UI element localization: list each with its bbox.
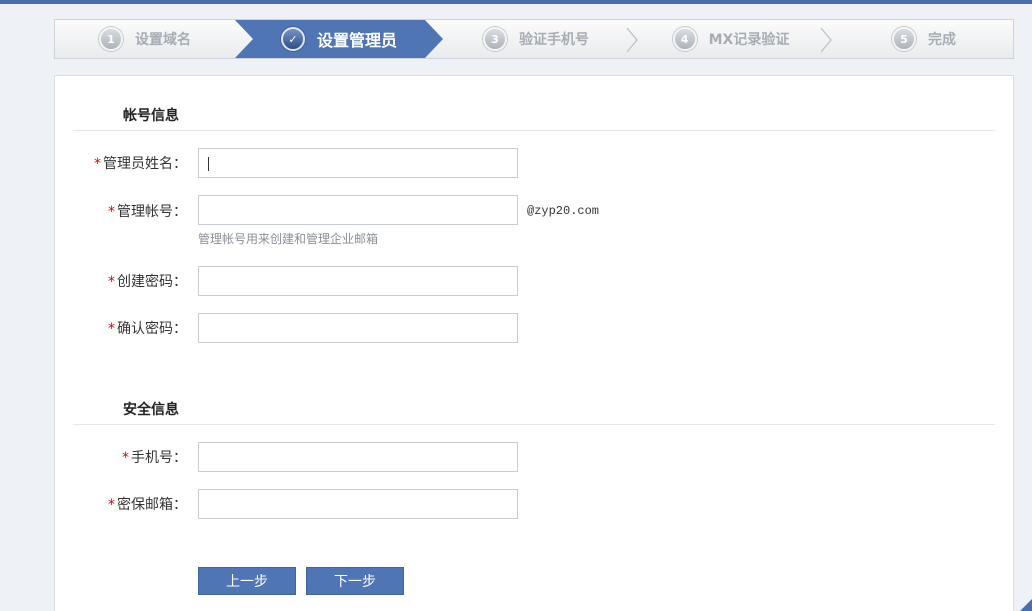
- domain-suffix: @zyp20.com: [527, 204, 600, 218]
- required-asterisk: *: [108, 321, 115, 337]
- step-label: 完成: [928, 32, 956, 48]
- check-icon: ✓: [280, 27, 305, 51]
- password-label: * 创建密码：: [108, 274, 187, 290]
- step-complete: 5 完成: [835, 20, 1013, 58]
- backup-email-input[interactable]: [198, 489, 518, 519]
- confirm-password-input[interactable]: [198, 313, 518, 343]
- phone-label: * 手机号：: [122, 450, 187, 466]
- step-mx-verify: 4 MX记录验证: [641, 20, 821, 58]
- form-panel: 帐号信息 * 管理员姓名： * 管理帐号： @zyp20.com 管理帐号用来创建和…: [54, 75, 1014, 611]
- text-cursor: [208, 157, 209, 171]
- admin-account-hint: 管理帐号用来创建和管理企业邮箱: [198, 232, 379, 246]
- chevron-right-icon: [626, 27, 638, 53]
- chevron-right-icon: [820, 27, 832, 53]
- step-verify-phone: 3 验证手机号: [443, 20, 629, 58]
- required-asterisk: *: [108, 274, 115, 290]
- admin-account-input[interactable]: [198, 195, 518, 225]
- step-number-badge: 4: [672, 27, 697, 51]
- step-set-admin-active: ✓ 设置管理员: [235, 20, 443, 58]
- step-label: 设置管理员: [316, 31, 397, 50]
- step-number-badge: 3: [483, 27, 507, 51]
- phone-input[interactable]: [198, 442, 518, 472]
- next-step-button[interactable]: 下一步: [306, 567, 404, 595]
- required-asterisk: *: [94, 156, 101, 172]
- prev-step-button[interactable]: 上一步: [198, 567, 296, 595]
- required-asterisk: *: [108, 497, 115, 513]
- step-number-badge: 1: [99, 27, 123, 51]
- account-section-title: 帐号信息: [123, 108, 179, 124]
- required-asterisk: *: [122, 450, 129, 466]
- required-asterisk: *: [108, 204, 115, 220]
- backup-email-label: * 密保邮箱：: [108, 497, 187, 513]
- step-number-badge: 5: [892, 27, 916, 51]
- corner-decoration: [1020, 599, 1032, 611]
- top-accent-bar: [0, 0, 1032, 4]
- admin-account-label: * 管理帐号：: [108, 204, 187, 220]
- step-label: 设置域名: [135, 32, 191, 48]
- admin-name-input[interactable]: [198, 148, 518, 178]
- wizard-steps: 1 设置域名 ✓ 设置管理员 3 验证手机号 4 MX记录验证 5 完成: [54, 19, 1014, 59]
- admin-name-label: * 管理员姓名：: [94, 156, 187, 172]
- security-section-title: 安全信息: [123, 402, 179, 418]
- section-divider: [73, 424, 995, 425]
- password-input[interactable]: [198, 266, 518, 296]
- confirm-password-label: * 确认密码：: [108, 321, 187, 337]
- section-divider: [73, 130, 995, 131]
- step-set-domain: 1 设置域名: [55, 20, 235, 58]
- step-label: MX记录验证: [708, 32, 790, 48]
- step-label: 验证手机号: [519, 32, 589, 48]
